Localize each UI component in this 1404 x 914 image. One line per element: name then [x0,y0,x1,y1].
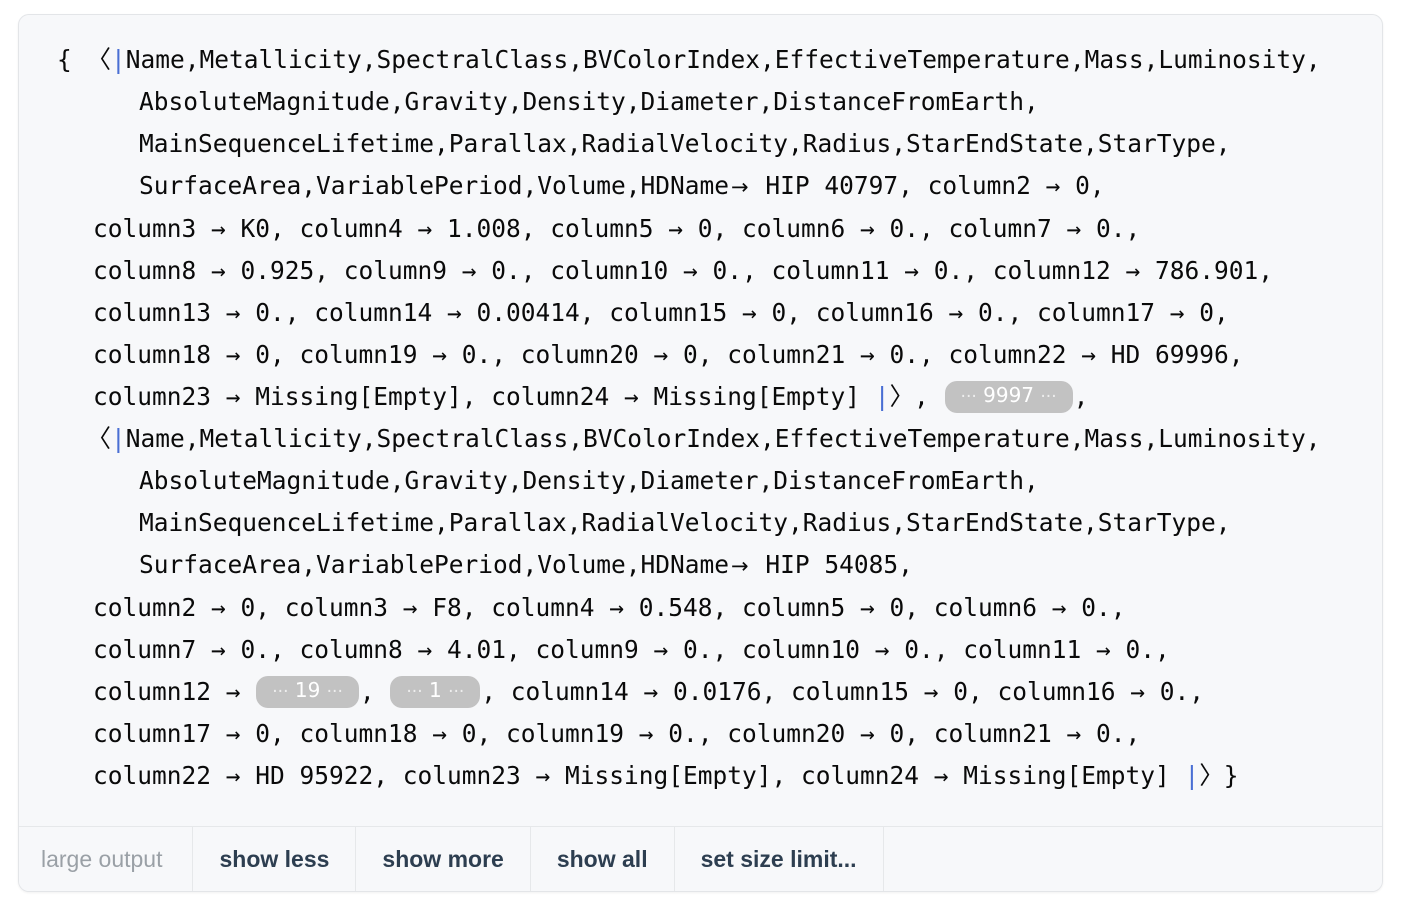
pill-right-dots: ··· [1040,387,1057,407]
expr-line: column7 → 0., column8 → 4.01, column9 → … [33,629,1368,671]
assoc-close-angle: 〉 [1199,761,1224,790]
show-all-button[interactable]: show all [531,827,675,891]
expr-line: column23 → Missing[Empty], column24 → Mi… [33,376,1368,418]
expr-line: MainSequenceLifetime,Parallax,RadialVelo… [33,502,1368,544]
skipped-elements-pill[interactable]: ··· 19 ··· [256,676,359,708]
pill-right-dots: ··· [448,682,465,702]
assoc-keys-line-3: MainSequenceLifetime,Parallax,RadialVelo… [139,508,1231,537]
between-pills-comma: , [359,677,390,706]
expr-line: SurfaceArea,VariablePeriod,Volume,HDName… [33,165,1368,208]
output-cell[interactable]: { 〈|Name,Metallicity,SpectralClass,BVCol… [18,14,1383,892]
record1-final-comma: , [914,382,944,411]
expression-body: { 〈|Name,Metallicity,SpectralClass,BVCol… [19,15,1382,797]
show-more-button[interactable]: show more [356,827,531,891]
expr-line: AbsoluteMagnitude,Gravity,Density,Diamet… [33,81,1368,123]
assoc-keys-line-4: SurfaceArea,VariablePeriod,Volume,HDName [139,171,730,200]
pill-left-dots: ··· [406,682,423,702]
record2-data-line: column7 → 0., column8 → 4.01, column9 → … [93,635,1170,664]
record2-pill-line-suffix: , column14 → 0.0176, column15 → 0, colum… [481,677,1205,706]
skipped-elements-pill[interactable]: ··· 9997 ··· [944,381,1073,413]
record1-final-line: column23 → Missing[Empty], column24 → Mi… [93,382,875,411]
record2-data-line: column17 → 0, column18 → 0, column19 → 0… [93,719,1141,748]
rule-arrow: → [731,554,749,578]
assoc-keys-line-2: AbsoluteMagnitude,Gravity,Density,Diamet… [139,466,1039,495]
list-open-brace: { [57,45,72,74]
expr-line: column3 → K0, column4 → 1.008, column5 →… [33,208,1368,250]
pill-right-dots: ··· [326,682,343,702]
assoc-open-angle: 〈 [86,45,112,74]
rule-arrow: → [731,175,749,199]
assoc-close-angle: 〉 [889,382,915,411]
record1-data-line: column18 → 0, column19 → 0., column20 → … [93,340,1244,369]
expr-line: column13 → 0., column14 → 0.00414, colum… [33,292,1368,334]
expr-line: SurfaceArea,VariablePeriod,Volume,HDName… [33,544,1368,587]
record1-data-line: column13 → 0., column14 → 0.00414, colum… [93,298,1229,327]
assoc-open-bar: | [111,424,126,453]
set-size-limit-button[interactable]: set size limit... [675,827,884,891]
record1-data-line: column3 → K0, column4 → 1.008, column5 →… [93,214,1141,243]
assoc-keys-line-1: Name,Metallicity,SpectralClass,BVColorIn… [125,45,1321,74]
assoc-open-bar: | [111,45,126,74]
record1-data-line: column8 → 0.925, column9 → 0., column10 … [93,256,1274,285]
record2-hdname-tail: HIP 54085, [750,550,913,579]
expr-line: MainSequenceLifetime,Parallax,RadialVelo… [33,123,1368,165]
output-footer-toolbar: large output show less show more show al… [19,826,1382,891]
post-pill-comma: , [1073,382,1089,411]
assoc-close-bar: | [874,382,890,411]
skipped-elements-pill[interactable]: ··· 1 ··· [390,676,481,708]
expr-line: { 〈|Name,Metallicity,SpectralClass,BVCol… [33,39,1368,81]
show-less-button[interactable]: show less [193,827,357,891]
assoc-keys-line-4: SurfaceArea,VariablePeriod,Volume,HDName [139,550,730,579]
expr-line: column12 → ··· 19 ···, ··· 1 ···, column… [33,671,1368,713]
pill-count: 1 [428,678,442,702]
expr-line: column8 → 0.925, column9 → 0., column10 … [33,250,1368,292]
pill-left-dots: ··· [960,387,977,407]
assoc-keys-line-3: MainSequenceLifetime,Parallax,RadialVelo… [139,129,1231,158]
pill-left-dots: ··· [272,682,289,702]
pill-count: 19 [294,678,321,702]
pill-count: 9997 [983,383,1035,407]
assoc-keys-line-2: AbsoluteMagnitude,Gravity,Density,Diamet… [139,87,1039,116]
assoc-close-bar: | [1184,761,1200,790]
record2-data-line: column2 → 0, column3 → F8, column4 → 0.5… [93,593,1126,622]
expr-line: column22 → HD 95922, column23 → Missing[… [33,755,1368,797]
assoc-keys-line-1: Name,Metallicity,SpectralClass,BVColorIn… [125,424,1321,453]
large-output-label: large output [19,827,194,891]
expr-line: column18 → 0, column19 → 0., column20 → … [33,334,1368,376]
record2-pill-line-prefix: column12 → [93,677,256,706]
expr-line: column17 → 0, column18 → 0, column19 → 0… [33,713,1368,755]
expr-line: AbsoluteMagnitude,Gravity,Density,Diamet… [33,460,1368,502]
assoc-open-angle: 〈 [86,424,112,453]
record2-final-line: column22 → HD 95922, column23 → Missing[… [93,761,1185,790]
record1-hdname-tail: HIP 40797, column2 → 0, [750,171,1105,200]
expr-line: 〈|Name,Metallicity,SpectralClass,BVColor… [33,418,1368,460]
list-close-brace: } [1223,761,1239,790]
expr-line: column2 → 0, column3 → F8, column4 → 0.5… [33,587,1368,629]
